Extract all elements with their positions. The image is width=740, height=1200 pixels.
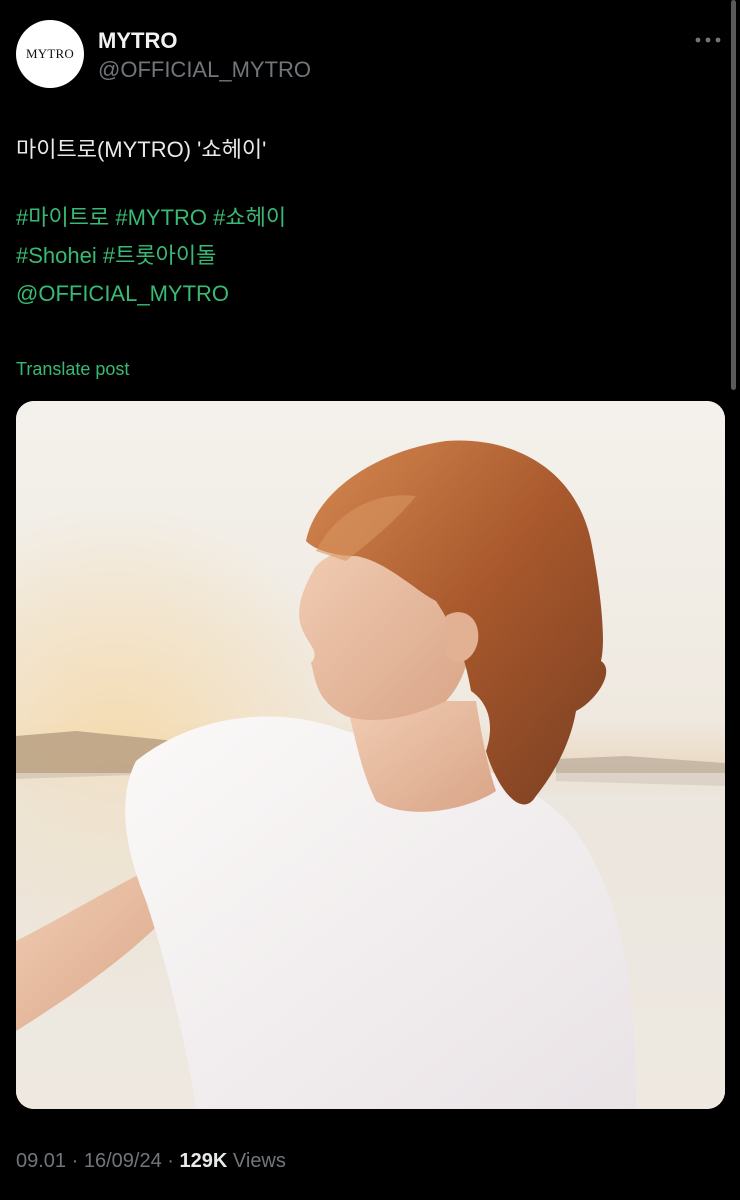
- hashtag-link[interactable]: #마이트로: [16, 205, 109, 230]
- post-meta: 09.01 · 16/09/24 · 129K Views: [16, 1150, 286, 1173]
- more-horizontal-icon: [695, 37, 721, 43]
- scrollbar[interactable]: [731, 0, 736, 390]
- views-count[interactable]: 129K: [180, 1150, 228, 1172]
- more-options-button[interactable]: [688, 22, 728, 58]
- mention-line: @OFFICIAL_MYTRO: [16, 275, 229, 313]
- post-photo[interactable]: [16, 401, 725, 1109]
- translate-post-link[interactable]: Translate post: [16, 359, 129, 380]
- hashtag-link[interactable]: #Shohei: [16, 243, 97, 268]
- post-date: 16/09/24: [83, 1150, 162, 1172]
- hashtag-line: #마이트로 #MYTRO #쇼헤이: [16, 199, 286, 237]
- hashtag-link[interactable]: #쇼헤이: [213, 205, 286, 230]
- views-label: Views: [232, 1150, 286, 1172]
- author-handle[interactable]: @OFFICIAL_MYTRO: [98, 57, 311, 83]
- post: MYTRO MYTRO @OFFICIAL_MYTRO 마이트로(MYTRO) …: [0, 0, 740, 1200]
- photo-illustration: [16, 401, 725, 1109]
- avatar[interactable]: MYTRO: [16, 20, 84, 88]
- avatar-logo-text: MYTRO: [26, 46, 74, 61]
- meta-separator: ·: [71, 1150, 79, 1172]
- hashtag-link[interactable]: #트롯아이돌: [103, 243, 216, 268]
- author-display-name[interactable]: MYTRO: [98, 28, 177, 54]
- mention-link[interactable]: @OFFICIAL_MYTRO: [16, 281, 229, 306]
- meta-separator: ·: [167, 1150, 174, 1172]
- post-time: 09.01: [16, 1150, 67, 1172]
- hashtag-line: #Shohei #트롯아이돌: [16, 237, 216, 275]
- hashtag-link[interactable]: #MYTRO: [115, 205, 207, 230]
- post-text: 마이트로(MYTRO) '쇼헤이': [16, 137, 267, 162]
